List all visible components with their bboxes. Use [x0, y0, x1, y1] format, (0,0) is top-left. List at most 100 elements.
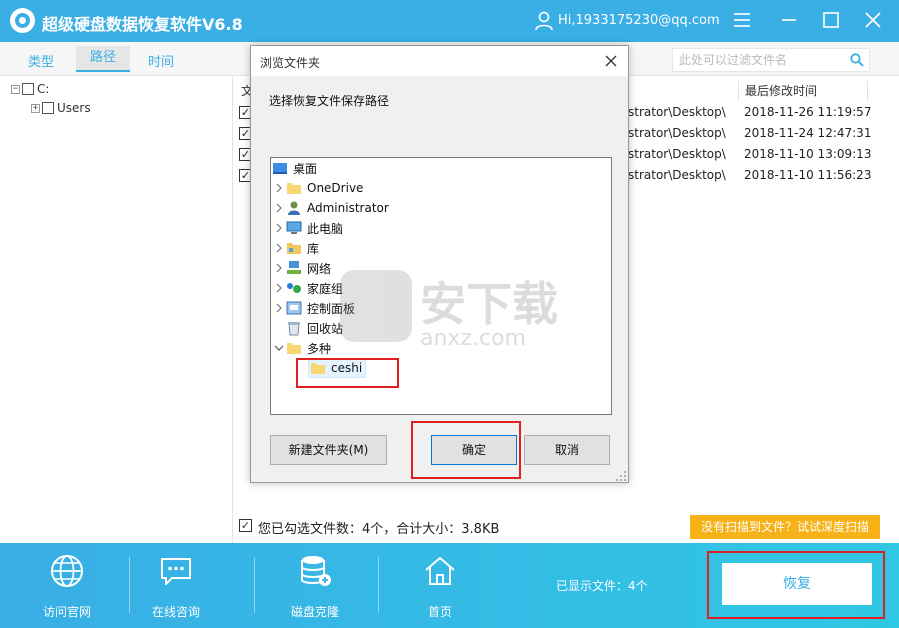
minimize-icon[interactable] [774, 6, 804, 34]
directory-tree: − C: + Users [0, 77, 233, 543]
table-cell-modified: 2018-11-26 11:19:57 [744, 105, 872, 119]
folder-tree-label: 此电脑 [307, 221, 344, 236]
folder-tree-label: 家庭组 [307, 281, 344, 296]
new-folder-button[interactable]: 新建文件夹(M) [270, 435, 387, 465]
user-icon[interactable] [535, 11, 553, 31]
folder-icon [287, 183, 301, 194]
deep-scan-button[interactable]: 没有扫描到文件？试试深度扫描 [690, 515, 880, 539]
folder-tree-item-multiple[interactable]: 多种 [272, 339, 331, 357]
user-icon [288, 201, 300, 215]
homegroup-icon [287, 283, 301, 293]
app-title: 超级硬盘数据恢复软件V6.8 [42, 15, 243, 34]
dialog-title: 浏览文件夹 [260, 56, 321, 70]
folder-tree-item-administrator[interactable]: Administrator [272, 199, 389, 217]
column-divider[interactable] [867, 81, 868, 101]
table-cell-path: strator\Desktop\ [628, 105, 726, 119]
folder-tree-label: OneDrive [307, 181, 364, 195]
divider [129, 557, 130, 613]
folder-tree-label: 网络 [307, 261, 332, 276]
chevron-down-icon[interactable] [272, 341, 286, 355]
filter-input[interactable] [672, 48, 870, 72]
folder-tree-item-onedrive[interactable]: OneDrive [272, 179, 363, 197]
nav-disk-clone[interactable]: 磁盘克隆 [270, 553, 360, 623]
chevron-right-icon[interactable] [272, 201, 286, 215]
select-all-checkbox[interactable]: ✓ [239, 519, 252, 532]
tab-time[interactable]: 时间 [148, 51, 174, 70]
divider [378, 557, 379, 613]
disk-clone-icon [301, 556, 331, 586]
dialog-prompt: 选择恢复文件保存路径 [269, 94, 390, 108]
folder-tree-item-recycle-bin[interactable]: 回收站 [286, 319, 343, 337]
tree-item-users[interactable]: + Users [31, 100, 91, 116]
table-cell-path: strator\Desktop\ [628, 147, 726, 161]
divider [254, 557, 255, 613]
chevron-right-icon[interactable] [272, 181, 286, 195]
table-cell-path: strator\Desktop\ [628, 126, 726, 140]
tab-type[interactable]: 类型 [28, 51, 54, 70]
watermark-text: 安下载 [420, 277, 558, 331]
expand-icon[interactable]: + [31, 103, 40, 113]
table-cell-modified: 2018-11-10 13:09:13 [744, 147, 872, 161]
tree-checkbox[interactable] [22, 83, 34, 95]
maximize-icon[interactable] [816, 6, 846, 34]
watermark-logo-icon [340, 270, 412, 342]
nav-label: 访问官网 [42, 605, 91, 619]
dialog-title-bar: 浏览文件夹 [251, 46, 628, 76]
column-divider[interactable] [738, 81, 739, 101]
close-icon[interactable] [858, 6, 888, 34]
chevron-right-icon[interactable] [272, 221, 286, 235]
tree-item-label: Users [57, 101, 91, 115]
nav-home[interactable]: 首页 [395, 553, 485, 623]
watermark: 安下载 anxz.com [340, 268, 570, 358]
table-cell-modified: 2018-11-10 11:56:23 [744, 168, 872, 182]
close-icon[interactable] [603, 53, 619, 69]
menu-icon[interactable] [727, 6, 757, 34]
cancel-button[interactable]: 取消 [524, 435, 610, 465]
table-cell-path: strator\Desktop\ [628, 168, 726, 182]
library-icon [287, 243, 301, 254]
chevron-right-icon[interactable] [272, 261, 286, 275]
column-header-modified[interactable]: 最后修改时间 [745, 79, 817, 103]
search-icon[interactable] [850, 53, 864, 67]
resize-grip-icon[interactable] [615, 470, 627, 482]
shown-files-count: 已显示文件：4个 [556, 579, 648, 593]
nav-online-consult[interactable]: 在线咨询 [131, 553, 221, 623]
folder-tree-label: 回收站 [307, 321, 344, 336]
annotation-highlight-recover [707, 551, 885, 619]
annotation-highlight-ceshi [296, 358, 399, 388]
folder-tree-item-network[interactable]: 网络 [272, 259, 331, 277]
folder-tree-item-homegroup[interactable]: 家庭组 [272, 279, 343, 297]
chevron-right-icon[interactable] [272, 301, 286, 315]
folder-tree-item-libraries[interactable]: 库 [272, 239, 319, 257]
network-icon [287, 261, 301, 274]
tree-item-label: C: [37, 82, 50, 96]
table-cell-modified: 2018-11-24 12:47:31 [744, 126, 872, 140]
chevron-right-icon[interactable] [272, 281, 286, 295]
home-icon [425, 557, 455, 585]
folder-tree-label: 库 [307, 241, 320, 256]
annotation-highlight-ok [411, 421, 521, 479]
desktop-icon [273, 163, 287, 174]
folder-tree-label: 桌面 [293, 161, 318, 176]
chevron-right-icon[interactable] [272, 241, 286, 255]
control-panel-icon [286, 301, 302, 315]
folder-tree-item-this-pc[interactable]: 此电脑 [272, 219, 343, 237]
nav-label: 首页 [427, 605, 452, 619]
nav-visit-website[interactable]: 访问官网 [22, 553, 112, 623]
folder-tree-label: Administrator [307, 201, 389, 215]
computer-icon [286, 221, 302, 234]
collapse-icon[interactable]: − [11, 84, 20, 94]
nav-label: 在线咨询 [151, 605, 200, 619]
folder-tree-label: 多种 [307, 341, 332, 356]
folder-icon [287, 343, 301, 354]
tab-path[interactable]: 路径 [76, 46, 130, 72]
globe-icon [51, 555, 83, 587]
selection-summary: 您已勾选文件数：4个，合计大小：3.8KB [258, 522, 500, 537]
app-logo-icon [10, 8, 35, 33]
tree-item-drive[interactable]: − C: [11, 81, 49, 97]
chat-icon [161, 558, 191, 585]
user-email[interactable]: Hi,1933175230@qq.com [558, 13, 720, 28]
browse-folder-dialog: 浏览文件夹 选择恢复文件保存路径 桌面 OneDrive Administrat… [250, 45, 629, 483]
tree-checkbox[interactable] [42, 102, 54, 114]
folder-tree-item-desktop[interactable]: 桌面 [272, 159, 317, 177]
